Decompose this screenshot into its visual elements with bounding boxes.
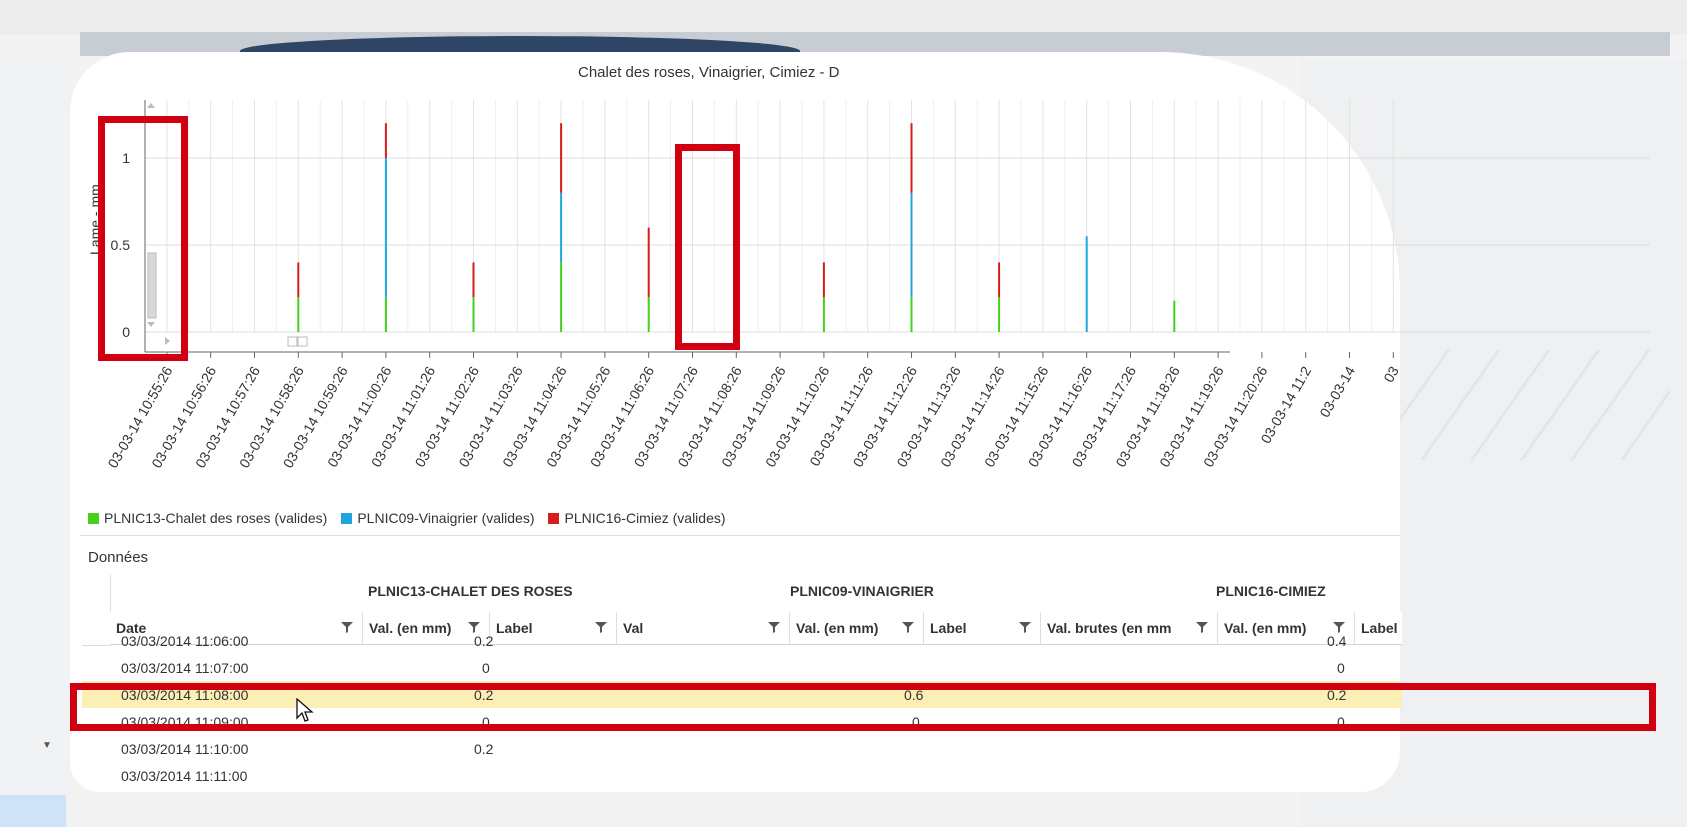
cell-date: 03/03/2014 11:07:00 <box>121 660 249 676</box>
bar-segment-green <box>822 297 825 332</box>
table-row[interactable]: 03/03/2014 11:07:00 0 0 <box>82 654 1402 681</box>
bar-segment-red <box>472 262 475 298</box>
bar-segment-red <box>647 227 650 298</box>
legend-swatch-vinaigrier <box>341 512 353 524</box>
cell-val13: 0 <box>482 660 490 676</box>
mouse-cursor-icon <box>296 698 314 722</box>
bar-segment-green <box>384 297 387 332</box>
legend-swatch-chalet <box>88 512 99 524</box>
bar-segment-blue <box>384 158 387 298</box>
cell-date: 03/03/2014 11:11:00 <box>121 768 248 784</box>
bar-segment-green <box>647 297 650 332</box>
legend-swatch-cimiez <box>548 512 560 524</box>
bar-segment-blue <box>910 192 913 298</box>
legend-item-vinaigrier[interactable]: PLNIC09-Vinaigrier (valides) <box>341 510 534 526</box>
scroll-up-arrow-icon <box>147 103 155 108</box>
panel-separator <box>80 535 1400 536</box>
legend-label-chalet: PLNIC13-Chalet des roses (valides) <box>104 510 328 526</box>
collapse-arrow-icon[interactable]: ▼ <box>42 740 52 751</box>
table-row[interactable]: 03/03/2014 11:10:00 0.2 <box>82 735 1402 762</box>
x-tick-label: 03-03-14 <box>1316 363 1358 420</box>
data-panel-title: Données <box>88 549 149 566</box>
cell-val16: 0.4 <box>1327 633 1347 649</box>
legend-item-cimiez[interactable]: PLNIC16-Cimiez (valides) <box>548 510 726 526</box>
bar-segment-green <box>472 297 475 332</box>
cell-val13: 0.2 <box>474 741 494 757</box>
cell-date: 03/03/2014 11:10:00 <box>121 741 249 757</box>
bar-segment-blue <box>1085 236 1088 332</box>
bar-segment-green <box>560 262 563 332</box>
bar-segment-red <box>910 123 913 193</box>
group-header-cimiez: PLNIC16-CIMIEZ <box>1216 583 1326 599</box>
cell-val13: 0.2 <box>474 633 494 649</box>
bar-segment-green <box>297 297 300 332</box>
bar-segment-green <box>1173 300 1176 332</box>
group-header-vinaigrier: PLNIC09-VINAIGRIER <box>790 583 934 599</box>
legend-label-vinaigrier: PLNIC09-Vinaigrier (valides) <box>357 510 535 526</box>
bar-segment-red <box>560 123 563 193</box>
group-header-chalet: PLNIC13-CHALET DES ROSES <box>368 583 573 599</box>
group-header-row: PLNIC13-CHALET DES ROSES PLNIC09-VINAIGR… <box>362 575 1402 613</box>
x-scrollbar-thumb <box>287 336 298 347</box>
rainfall-chart: 00.51Lame - mm03-03-14 10:55:2603-03-14 … <box>87 100 1650 471</box>
cell-val16: 0 <box>1337 660 1345 676</box>
left-panel-button[interactable] <box>0 795 66 827</box>
cell-date: 03/03/2014 11:06:00 <box>121 633 249 649</box>
bar-segment-green <box>998 297 1001 332</box>
bar-segment-red <box>822 262 825 298</box>
legend-label-cimiez: PLNIC16-Cimiez (valides) <box>564 510 726 526</box>
x-scrollbar-thumb <box>297 336 308 347</box>
x-tick-label: 03 <box>1380 363 1402 385</box>
bar-segment-green <box>910 297 913 332</box>
highlight-box-scrollbar <box>98 116 188 361</box>
table-row[interactable]: 03/03/2014 11:06:00 0.2 0.4 <box>82 627 1402 654</box>
table-row[interactable]: 03/03/2014 11:11:00 <box>82 762 1402 789</box>
bar-segment-red <box>998 262 1001 298</box>
bar-segment-red <box>297 262 300 298</box>
chart-legend: PLNIC13-Chalet des roses (valides) PLNIC… <box>88 510 726 526</box>
bar-segment-red <box>384 123 387 158</box>
legend-item-chalet[interactable]: PLNIC13-Chalet des roses (valides) <box>88 510 327 526</box>
highlight-box-bar <box>675 144 740 350</box>
bar-segment-blue <box>560 192 563 263</box>
